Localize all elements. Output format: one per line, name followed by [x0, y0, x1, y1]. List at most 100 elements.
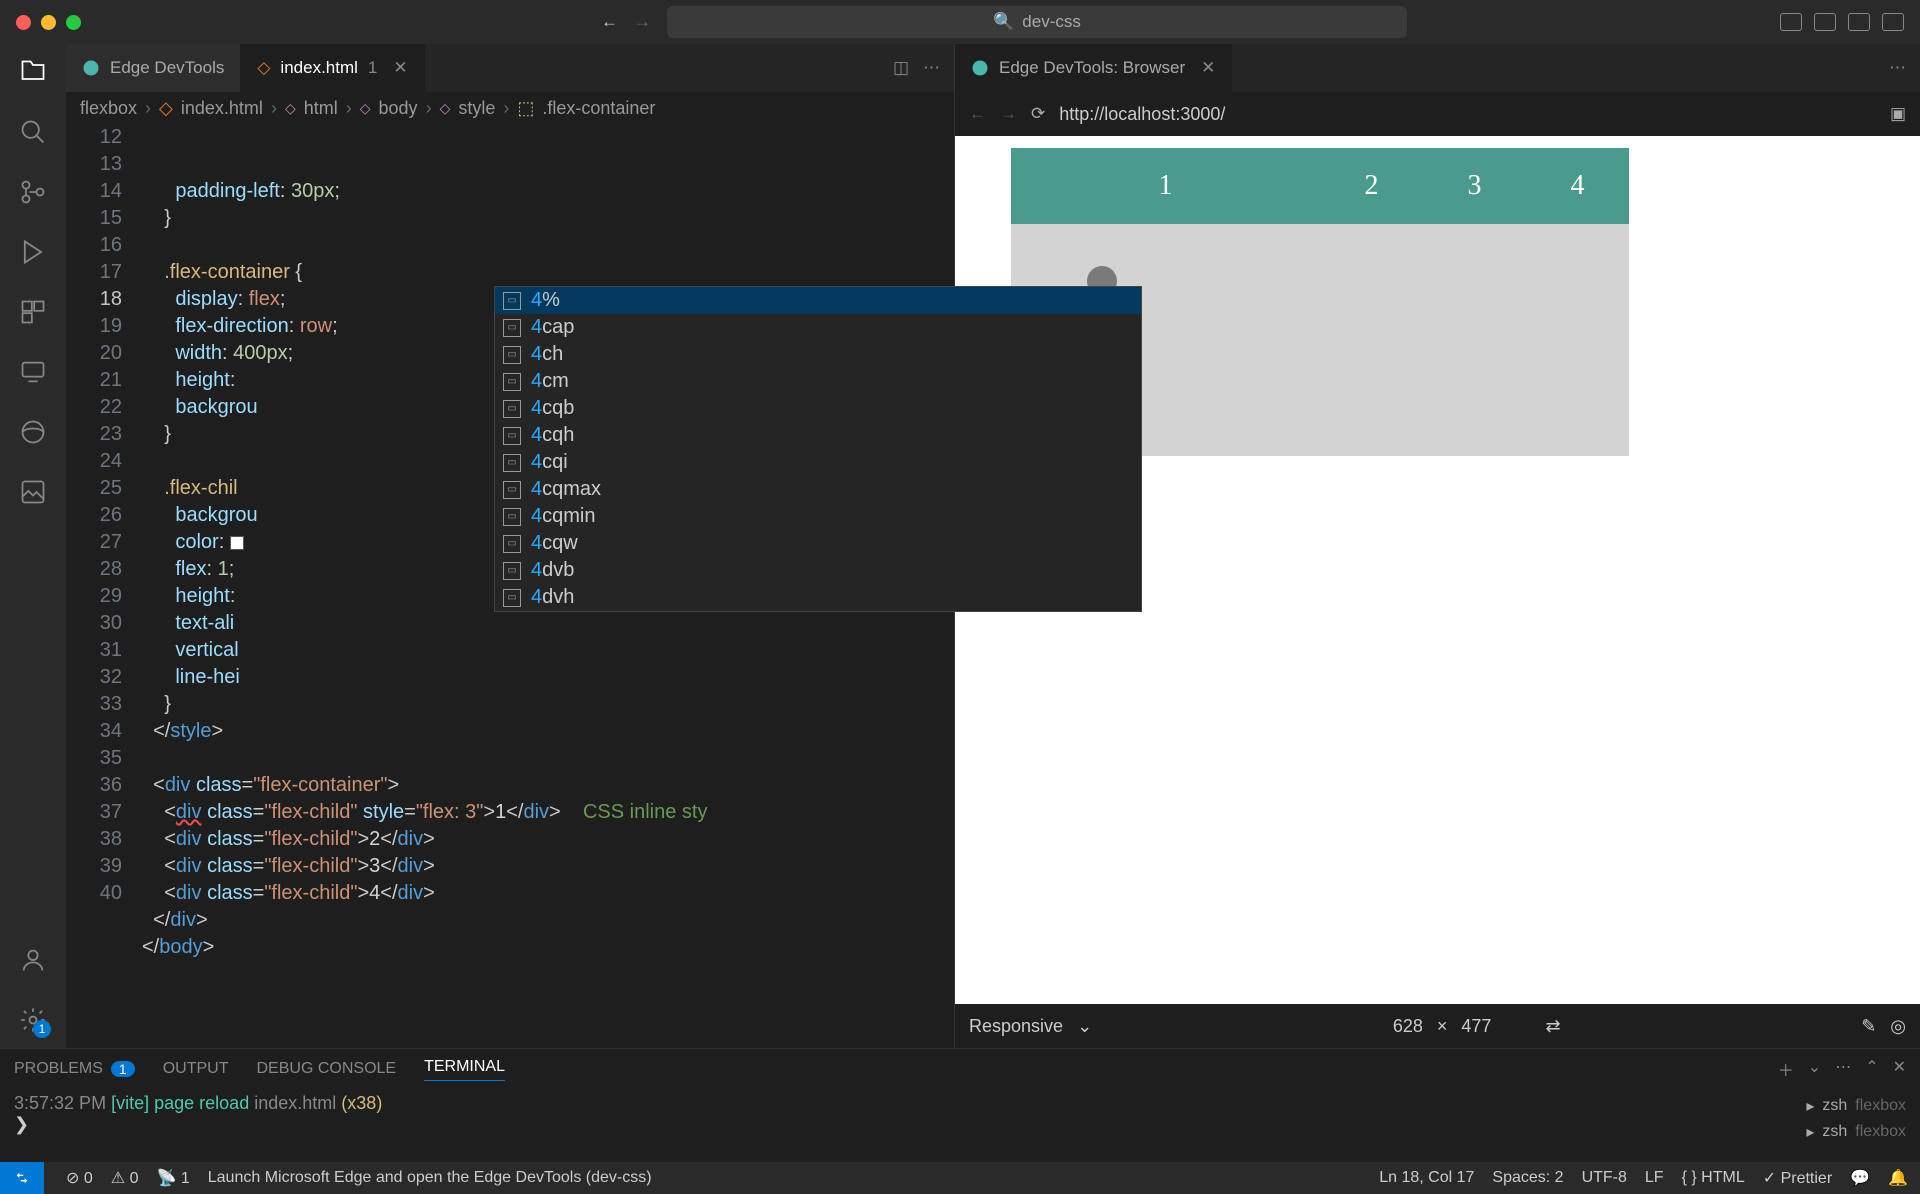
source-control-icon[interactable]: [17, 176, 49, 208]
prettier-status[interactable]: ✓ Prettier: [1763, 1168, 1832, 1188]
breadcrumb-item[interactable]: style: [458, 98, 495, 119]
edit-icon[interactable]: ✎: [1861, 1016, 1876, 1037]
breadcrumb-item[interactable]: .flex-container: [542, 98, 655, 119]
remote-explorer-icon[interactable]: [17, 356, 49, 388]
layout-panel-left-icon[interactable]: [1780, 13, 1802, 31]
run-debug-icon[interactable]: [17, 236, 49, 268]
viewport-height[interactable]: 477: [1461, 1016, 1491, 1037]
autocomplete-item[interactable]: ▭4cqw: [495, 530, 1141, 557]
tab-index-html[interactable]: ◇ index.html 1 ✕: [241, 44, 424, 92]
maximize-panel-icon[interactable]: ⌃: [1865, 1057, 1878, 1081]
close-icon[interactable]: ✕: [393, 58, 407, 78]
error-count[interactable]: ⊘ 0: [66, 1168, 93, 1188]
autocomplete-item[interactable]: ▭4cap: [495, 314, 1141, 341]
remote-indicator[interactable]: [0, 1162, 44, 1194]
extensions-icon[interactable]: [17, 296, 49, 328]
maximize-window[interactable]: [66, 15, 81, 30]
autocomplete-item[interactable]: ▭4cqi: [495, 449, 1141, 476]
close-panel-icon[interactable]: ✕: [1893, 1057, 1906, 1081]
explorer-icon[interactable]: [17, 56, 49, 88]
autocomplete-item[interactable]: ▭4dvh: [495, 584, 1141, 611]
layout-customize-icon[interactable]: [1882, 13, 1904, 31]
terminal-text: page: [154, 1093, 194, 1113]
tab-problems[interactable]: PROBLEMS1: [14, 1060, 135, 1078]
terminal-entry[interactable]: ▸zshflexbox: [1806, 1119, 1906, 1145]
breadcrumb[interactable]: flexbox› ◇index.html› ◇html› ◇body› ◇sty…: [66, 92, 954, 124]
breadcrumb-item[interactable]: index.html: [181, 98, 263, 119]
minimize-window[interactable]: [41, 15, 56, 30]
screenshot-icon[interactable]: ◎: [1890, 1016, 1906, 1037]
tab-terminal[interactable]: TERMINAL: [424, 1058, 505, 1081]
terminal-list: ▸zshflexbox ▸zshflexbox: [1806, 1093, 1906, 1158]
new-terminal-icon[interactable]: ＋: [1778, 1057, 1794, 1081]
url-bar[interactable]: http://localhost:3000/: [1059, 104, 1225, 125]
eol[interactable]: LF: [1645, 1169, 1664, 1187]
encoding[interactable]: UTF-8: [1582, 1169, 1627, 1187]
chevron-down-icon[interactable]: ⌄: [1077, 1016, 1092, 1037]
autocomplete-item[interactable]: ▭4cqmax: [495, 476, 1141, 503]
language-mode[interactable]: { } HTML: [1682, 1169, 1745, 1187]
flex-child: 2: [1320, 148, 1423, 224]
split-editor-icon[interactable]: ◫: [893, 58, 909, 78]
rotate-icon[interactable]: ⇄: [1545, 1016, 1560, 1037]
more-actions-icon[interactable]: ⋯: [1889, 58, 1906, 78]
image-icon[interactable]: [17, 476, 49, 508]
autocomplete-item[interactable]: ▭4dvb: [495, 557, 1141, 584]
code-editor[interactable]: 1213141516171819202122232425262728293031…: [66, 124, 954, 1048]
browser-toolbar: ← → ⟳ http://localhost:3000/ ▣: [955, 92, 1920, 136]
launch-task[interactable]: Launch Microsoft Edge and open the Edge …: [208, 1169, 652, 1187]
activity-bar: 1: [0, 44, 66, 1048]
split-terminal-icon[interactable]: ⌄: [1808, 1057, 1821, 1081]
more-actions-icon[interactable]: ⋯: [923, 58, 940, 78]
more-icon[interactable]: ⋯: [1835, 1057, 1851, 1081]
settings-icon[interactable]: 1: [17, 1004, 49, 1036]
feedback-icon[interactable]: 💬: [1850, 1168, 1870, 1188]
terminal-entry[interactable]: ▸zshflexbox: [1806, 1093, 1906, 1119]
close-icon[interactable]: ✕: [1201, 58, 1215, 78]
inspect-icon[interactable]: ▣: [1890, 104, 1906, 124]
breadcrumb-item[interactable]: html: [304, 98, 338, 119]
browser-forward-icon[interactable]: →: [1000, 104, 1017, 124]
command-center[interactable]: 🔍 dev-css: [667, 6, 1407, 38]
breadcrumb-item[interactable]: body: [379, 98, 418, 119]
notifications-icon[interactable]: 🔔: [1888, 1168, 1908, 1188]
edge-icon[interactable]: [17, 416, 49, 448]
breadcrumb-item[interactable]: flexbox: [80, 98, 137, 119]
autocomplete-item[interactable]: ▭4cqmin: [495, 503, 1141, 530]
bottom-panel: PROBLEMS1 OUTPUT DEBUG CONSOLE TERMINAL …: [0, 1048, 1920, 1162]
terminal-vite: [vite]: [111, 1093, 149, 1113]
port-count[interactable]: 📡 1: [156, 1168, 189, 1188]
tab-edge-devtools[interactable]: Edge DevTools: [66, 44, 241, 92]
titlebar: ← → 🔍 dev-css: [0, 0, 1920, 44]
browser-back-icon[interactable]: ←: [969, 104, 986, 124]
nav-forward-icon[interactable]: →: [634, 12, 651, 32]
tab-browser[interactable]: Edge DevTools: Browser ✕: [955, 44, 1232, 92]
edge-icon: [971, 59, 989, 77]
nav-back-icon[interactable]: ←: [601, 12, 618, 32]
viewport-width[interactable]: 628: [1393, 1016, 1423, 1037]
tab-debug-console[interactable]: DEBUG CONSOLE: [257, 1060, 397, 1078]
search-icon[interactable]: [17, 116, 49, 148]
autocomplete-item[interactable]: ▭4cm: [495, 368, 1141, 395]
autocomplete-item[interactable]: ▭4%: [495, 287, 1141, 314]
close-window[interactable]: [16, 15, 31, 30]
terminal[interactable]: 3:57:32 PM [vite] page reload index.html…: [0, 1089, 1920, 1162]
account-icon[interactable]: [17, 944, 49, 976]
reload-icon[interactable]: ⟳: [1031, 104, 1045, 124]
autocomplete-item[interactable]: ▭4ch: [495, 341, 1141, 368]
layout-panel-right-icon[interactable]: [1848, 13, 1870, 31]
line-numbers: 1213141516171819202122232425262728293031…: [66, 124, 142, 1048]
terminal-text: reload: [199, 1093, 249, 1113]
autocomplete-item[interactable]: ▭4cqh: [495, 422, 1141, 449]
code-content[interactable]: padding-left: 30px; } .flex-container { …: [142, 124, 954, 1048]
terminal-time: 3:57:32 PM: [14, 1093, 106, 1113]
autocomplete-popup[interactable]: ▭4%▭4cap▭4ch▭4cm▭4cqb▭4cqh▭4cqi▭4cqmax▭4…: [494, 286, 1142, 612]
indentation[interactable]: Spaces: 2: [1492, 1169, 1563, 1187]
tab-output[interactable]: OUTPUT: [163, 1060, 229, 1078]
editor-group: Edge DevTools ◇ index.html 1 ✕ ◫ ⋯ flexb…: [66, 44, 954, 1048]
cursor-position[interactable]: Ln 18, Col 17: [1379, 1169, 1474, 1187]
autocomplete-item[interactable]: ▭4cqb: [495, 395, 1141, 422]
warning-count[interactable]: ⚠ 0: [111, 1168, 139, 1188]
device-mode[interactable]: Responsive: [969, 1016, 1063, 1037]
layout-panel-bottom-icon[interactable]: [1814, 13, 1836, 31]
